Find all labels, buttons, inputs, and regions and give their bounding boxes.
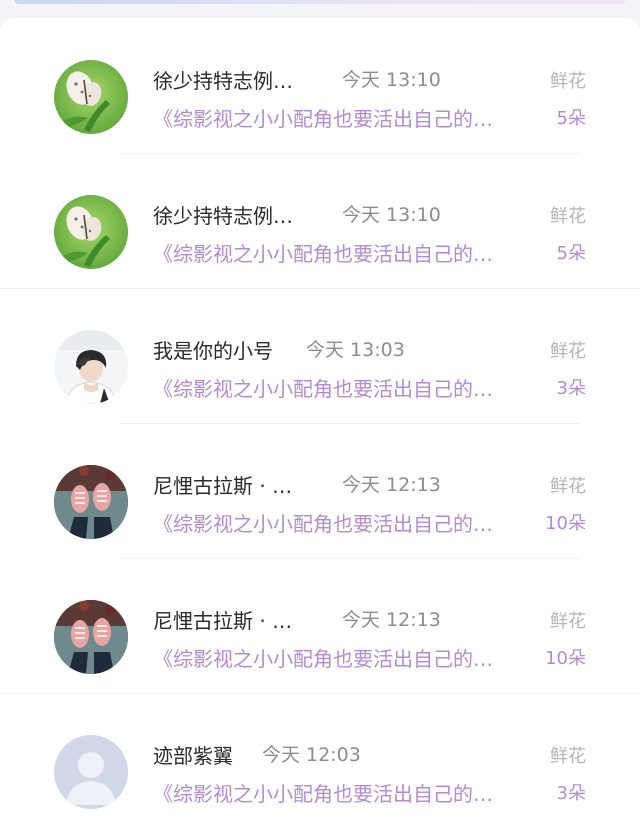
gift-count: 10朵 [545, 648, 586, 669]
user-name[interactable]: 迹部紫翼 [153, 740, 233, 769]
gift-count: 5朵 [556, 243, 586, 264]
user-name[interactable]: 尼悝古拉斯 · … [153, 605, 292, 634]
book-title-link[interactable]: 《综影视之小小配角也要活出自己的… [153, 373, 493, 402]
user-name[interactable]: 徐少持特志例… [153, 65, 293, 94]
boy-portrait-avatar-icon[interactable] [54, 330, 128, 404]
book-title-link[interactable]: 《综影视之小小配角也要活出自己的… [153, 238, 493, 267]
flower-gift-list: 徐少持特志例… 今天 13:10 《综影视之小小配角也要活出自己的… 鲜花 5朵 [0, 18, 640, 837]
sneakers-avatar-icon[interactable] [54, 465, 128, 539]
gift-count: 5朵 [556, 108, 586, 129]
book-title-link[interactable]: 《综影视之小小配角也要活出自己的… [153, 103, 493, 132]
butterfly-avatar-icon[interactable] [54, 60, 128, 134]
book-title-link[interactable]: 《综影视之小小配角也要活出自己的… [153, 778, 493, 807]
gift-count: 3朵 [556, 378, 586, 399]
list-item[interactable]: 徐少持特志例… 今天 13:10 《综影视之小小配角也要活出自己的… 鲜花 5朵 [0, 153, 640, 288]
user-name[interactable]: 徐少持特志例… [153, 200, 293, 229]
list-item[interactable]: 尼悝古拉斯 · … 今天 12:13 《综影视之小小配角也要活出自己的… 鲜花 … [0, 423, 640, 558]
list-item[interactable]: 尼悝古拉斯 · … 今天 12:13 《综影视之小小配角也要活出自己的… 鲜花 … [0, 558, 640, 693]
gift-label: 鲜花 [550, 206, 586, 227]
gift-label: 鲜花 [550, 71, 586, 92]
top-strip [0, 0, 640, 18]
timestamp: 今天 13:10 [342, 69, 441, 91]
timestamp: 今天 12:13 [342, 609, 441, 631]
user-name[interactable]: 我是你的小号 [153, 335, 273, 364]
top-gradient-bar [14, 0, 626, 4]
gift-label: 鲜花 [550, 476, 586, 497]
book-title-link[interactable]: 《综影视之小小配角也要活出自己的… [153, 508, 493, 537]
user-name[interactable]: 尼悝古拉斯 · … [153, 470, 292, 499]
list-item[interactable]: 徐少持特志例… 今天 13:10 《综影视之小小配角也要活出自己的… 鲜花 5朵 [0, 18, 640, 153]
list-item[interactable]: 我是你的小号 今天 13:03 《综影视之小小配角也要活出自己的… 鲜花 3朵 [0, 288, 640, 423]
timestamp: 今天 12:03 [262, 744, 361, 766]
gift-count: 3朵 [556, 783, 586, 804]
timestamp: 今天 13:03 [306, 339, 405, 361]
default-user-avatar-icon[interactable] [54, 735, 128, 809]
butterfly-avatar-icon[interactable] [54, 195, 128, 269]
gift-count: 10朵 [545, 513, 586, 534]
book-title-link[interactable]: 《综影视之小小配角也要活出自己的… [153, 643, 493, 672]
timestamp: 今天 13:10 [342, 204, 441, 226]
sneakers-avatar-icon[interactable] [54, 600, 128, 674]
list-item[interactable]: 迹部紫翼 今天 12:03 《综影视之小小配角也要活出自己的… 鲜花 3朵 [0, 693, 640, 828]
gift-label: 鲜花 [550, 746, 586, 767]
gift-label: 鲜花 [550, 611, 586, 632]
gift-label: 鲜花 [550, 341, 586, 362]
timestamp: 今天 12:13 [342, 474, 441, 496]
